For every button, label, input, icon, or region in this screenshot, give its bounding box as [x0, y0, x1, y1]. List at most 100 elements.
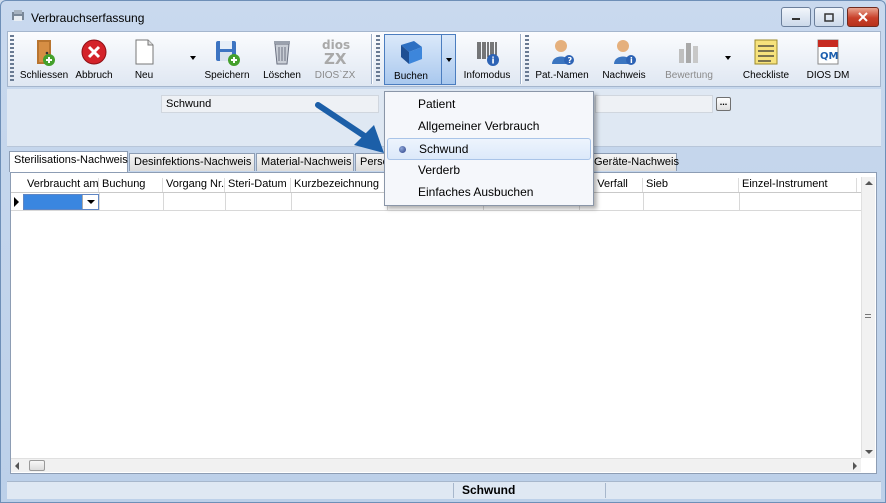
- menu-item-patient[interactable]: Patient: [387, 94, 591, 116]
- scroll-down-icon[interactable]: [865, 450, 873, 454]
- loeschen-label: Löschen: [263, 70, 301, 81]
- infomodus-button[interactable]: i Infomodus: [459, 34, 515, 85]
- buchen-label: Buchen: [394, 71, 428, 82]
- abbruch-label: Abbruch: [75, 70, 113, 81]
- column-header[interactable]: Einzel-Instrument: [739, 178, 857, 192]
- bewertung-dropdown-arrow[interactable]: [725, 56, 731, 60]
- bewertung-label: Bewertung: [665, 70, 713, 81]
- schliessen-label: Schliessen: [19, 70, 69, 81]
- tab-sterilisations-nachweis[interactable]: Sterilisations-Nachweis: [9, 151, 128, 172]
- buchen-dropdown-button[interactable]: [441, 34, 456, 85]
- scroll-thumb[interactable]: [29, 460, 45, 471]
- status-text: Schwund: [462, 483, 516, 497]
- maximize-icon: [824, 12, 834, 22]
- door-exit-icon: [37, 40, 55, 66]
- neu-dropdown-arrow[interactable]: [190, 56, 196, 60]
- scroll-left-icon[interactable]: [15, 462, 19, 470]
- tab-geraete-nachweis[interactable]: Geräte-Nachweis: [589, 153, 679, 171]
- toolbar-grip[interactable]: [10, 35, 14, 83]
- trash-icon: [274, 41, 290, 65]
- column-header[interactable]: Sieb: [643, 178, 739, 192]
- chevron-down-icon: [446, 58, 452, 62]
- verbraucht-am-combo[interactable]: [23, 194, 99, 210]
- menu-item-allgemeiner-verbrauch[interactable]: Allgemeiner Verbrauch: [387, 116, 591, 138]
- tab-desinfektions-nachweis[interactable]: Desinfektions-Nachweis: [129, 153, 255, 171]
- rating-chart-icon: [679, 43, 698, 63]
- cancel-icon: [81, 39, 107, 65]
- new-document-icon: [135, 39, 154, 65]
- nachweis-button[interactable]: i Nachweis: [601, 34, 647, 85]
- pat-namen-button[interactable]: ? Pat.-Namen: [533, 34, 591, 85]
- user-info-icon: i: [614, 40, 636, 65]
- pdf-qm-icon: QM: [817, 39, 839, 65]
- chevron-down-icon[interactable]: [82, 195, 98, 209]
- status-bar: [7, 481, 881, 499]
- secondary-field[interactable]: [595, 95, 713, 113]
- horizontal-scrollbar[interactable]: [11, 458, 861, 472]
- schliessen-button[interactable]: Schliessen: [19, 34, 69, 85]
- menu-item-label: Schwund: [419, 142, 469, 156]
- toolbar-grip[interactable]: [376, 35, 380, 83]
- minimize-button[interactable]: [781, 7, 811, 27]
- scroll-up-icon[interactable]: [865, 181, 873, 185]
- close-icon: [858, 12, 868, 22]
- dios-zx-logo: dios ZX: [322, 38, 350, 67]
- speichern-button[interactable]: Speichern: [204, 34, 250, 85]
- main-window: Verbrauchserfassung Schliessen Abbruch N…: [0, 0, 886, 503]
- cell-divider: [643, 193, 644, 211]
- minimize-icon: [792, 18, 800, 20]
- dios-zx-button[interactable]: dios ZX DIOS`ZX: [313, 34, 357, 85]
- checkliste-button[interactable]: Checkliste: [741, 34, 791, 85]
- cell-divider: [291, 193, 292, 211]
- app-icon: [12, 10, 24, 21]
- cell-divider: [739, 193, 740, 211]
- checklist-icon: [754, 39, 778, 65]
- ellipsis-button[interactable]: ...: [716, 97, 731, 111]
- cell-divider: [225, 193, 226, 211]
- toolbar: Schliessen Abbruch Neu Speichern Löschen…: [7, 31, 881, 87]
- buchen-dropdown-menu: Patient Allgemeiner Verbrauch Schwund Ve…: [384, 91, 594, 206]
- nachweis-label: Nachweis: [602, 70, 646, 81]
- status-divider: [605, 483, 606, 498]
- column-header[interactable]: Verbraucht am: [24, 178, 99, 192]
- menu-item-schwund[interactable]: Schwund: [387, 138, 591, 160]
- svg-text:?: ?: [568, 56, 573, 65]
- infomodus-label: Infomodus: [463, 70, 511, 81]
- column-header[interactable]: Buchung: [99, 178, 163, 192]
- toolbar-grip[interactable]: [525, 35, 529, 83]
- svg-text:i: i: [630, 56, 633, 65]
- pat-namen-label: Pat.-Namen: [535, 70, 589, 81]
- column-header[interactable]: Steri-Datum: [225, 178, 291, 192]
- data-grid[interactable]: Verbraucht am Buchung Vorgang Nr. Steri-…: [10, 172, 877, 474]
- column-header[interactable]: Vorgang Nr.: [163, 178, 225, 192]
- scroll-thumb-grip[interactable]: [865, 314, 871, 318]
- svg-text:ZX: ZX: [324, 50, 347, 67]
- menu-item-verderb[interactable]: Verderb: [387, 160, 591, 182]
- barcode-info-icon: i: [477, 42, 499, 67]
- loeschen-button[interactable]: Löschen: [260, 34, 304, 85]
- toolbar-separator: [371, 34, 373, 84]
- title-bar[interactable]: Verbrauchserfassung: [1, 1, 885, 31]
- dios-zx-label: DIOS`ZX: [314, 70, 356, 81]
- svg-text:i: i: [492, 57, 495, 67]
- toolbar-separator: [520, 34, 522, 84]
- save-icon: [216, 41, 240, 66]
- checkliste-label: Checkliste: [742, 70, 790, 81]
- svg-text:QM: QM: [820, 51, 839, 62]
- dios-dm-button[interactable]: QM DIOS DM: [803, 34, 853, 85]
- row-indicator-icon: [14, 197, 19, 207]
- window-title: Verbrauchserfassung: [31, 11, 145, 25]
- book-icon: [401, 41, 422, 64]
- abbruch-button[interactable]: Abbruch: [70, 34, 118, 85]
- vertical-scrollbar[interactable]: [861, 177, 875, 458]
- column-header[interactable]: Kurzbezeichnung: [291, 178, 387, 192]
- cell-divider: [163, 193, 164, 211]
- close-button[interactable]: [847, 7, 879, 27]
- menu-item-einfaches-ausbuchen[interactable]: Einfaches Ausbuchen: [387, 182, 591, 204]
- maximize-button[interactable]: [814, 7, 844, 27]
- neu-button[interactable]: Neu: [122, 34, 166, 85]
- status-divider: [453, 483, 454, 498]
- bewertung-button[interactable]: Bewertung: [661, 34, 717, 85]
- patient-icon: ?: [552, 40, 574, 65]
- scroll-right-icon[interactable]: [853, 462, 857, 470]
